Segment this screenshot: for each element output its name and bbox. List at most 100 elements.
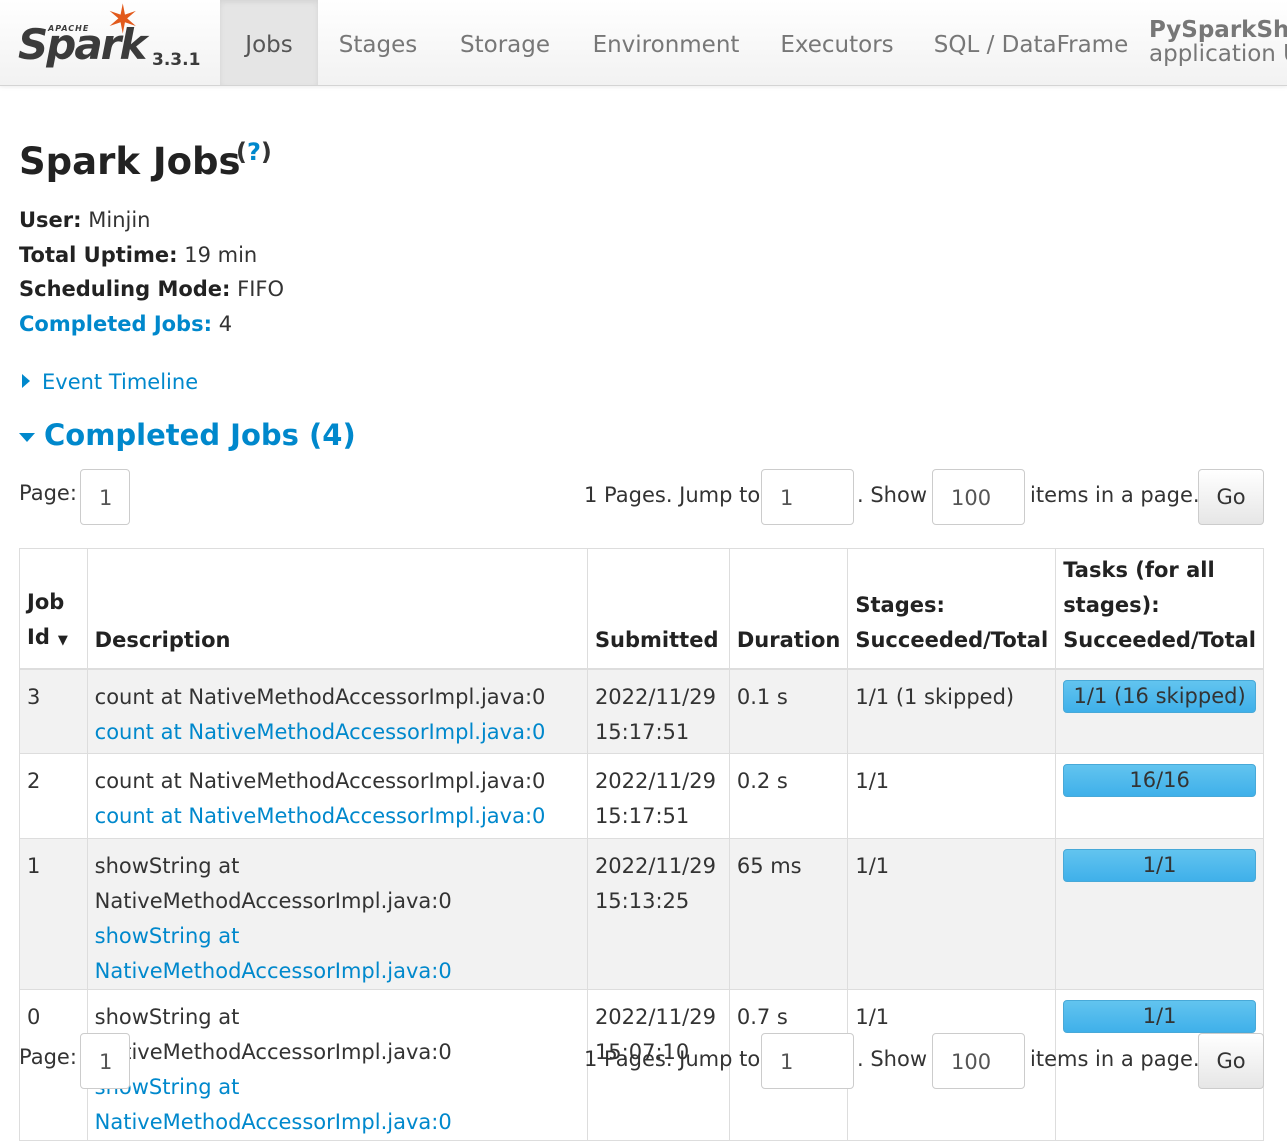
job-submitted: 2022/11/29 15:17:51 xyxy=(586,753,730,839)
submitted-time: 15:13:25 xyxy=(594,889,690,913)
job-submitted: 2022/11/29 15:17:51 xyxy=(586,668,730,754)
job-description: count at NativeMethodAccessorImpl.java:0… xyxy=(86,753,588,839)
submitted-date: 2022/11/29 xyxy=(594,769,716,793)
tab-storage[interactable]: Storage xyxy=(438,0,572,85)
header-stages-label: Stages: xyxy=(855,592,945,617)
header-tasks-label-3: Succeeded/Total xyxy=(1063,627,1256,652)
tab-stages[interactable]: Stages xyxy=(318,0,438,85)
logo-spark-text: Spark xyxy=(18,20,147,69)
jump-to-input[interactable]: 1 xyxy=(761,1033,854,1089)
submitted-date: 2022/11/29 xyxy=(594,854,716,878)
scheduling-mode-info: Scheduling Mode: FIFO xyxy=(19,277,284,301)
go-button[interactable]: Go xyxy=(1198,469,1264,525)
table-row: 2 count at NativeMethodAccessorImpl.java… xyxy=(19,753,1264,839)
job-description-text: count at NativeMethodAccessorImpl.java:0 xyxy=(94,684,546,709)
table-row: 3 count at NativeMethodAccessorImpl.java… xyxy=(19,668,1264,754)
job-description-text: count at NativeMethodAccessorImpl.java:0 xyxy=(94,769,546,793)
tab-sql-dataframe[interactable]: SQL / DataFrame xyxy=(914,0,1148,85)
completed-jobs-link[interactable]: Completed Jobs: xyxy=(19,312,212,336)
uptime-info: Total Uptime: 19 min xyxy=(19,243,257,267)
header-description[interactable]: Description xyxy=(86,548,588,670)
tasks-progress-bar: 1/1 (16 skipped) xyxy=(1063,679,1256,713)
show-text: . Show xyxy=(857,483,928,507)
user-info: User: Minjin xyxy=(19,208,151,232)
tab-executors[interactable]: Executors xyxy=(760,0,914,85)
pages-text: 1 Pages. Jump to xyxy=(584,1047,761,1071)
job-id: 2 xyxy=(19,753,88,839)
user-value: Minjin xyxy=(88,208,151,232)
tasks-progress-bar: 1/1 xyxy=(1063,1000,1256,1033)
pager-top: Page: 1 1 Pages. Jump to 1 . Show 100 it… xyxy=(19,469,1264,525)
page-size-input[interactable]: 100 xyxy=(932,1033,1025,1089)
navbar: ✶ APACHE Spark 3.3.1 Jobs Stages Storage… xyxy=(0,0,1287,86)
user-label: User: xyxy=(19,208,82,232)
help-tooltip[interactable]: (?) xyxy=(236,138,272,166)
job-description: showString at NativeMethodAccessorImpl.j… xyxy=(86,838,588,990)
table-row: 1 showString at NativeMethodAccessorImpl… xyxy=(19,838,1264,990)
job-description-link[interactable]: count at NativeMethodAccessorImpl.java:0 xyxy=(95,720,546,744)
job-submitted: 2022/11/29 15:13:25 xyxy=(586,838,730,990)
page-number-button[interactable]: 1 xyxy=(80,1033,130,1089)
submitted-time: 15:17:51 xyxy=(594,804,690,828)
app-subtitle: application UI xyxy=(1149,41,1287,67)
page-number-button[interactable]: 1 xyxy=(80,469,130,525)
go-button[interactable]: Go xyxy=(1198,1033,1264,1089)
event-timeline-label: Event Timeline xyxy=(42,370,199,394)
job-stages: 1/1 (1 skipped) xyxy=(847,668,1057,754)
tab-environment[interactable]: Environment xyxy=(572,0,760,85)
header-stages-label-2: Succeeded/Total xyxy=(855,627,1049,652)
app-name: PySparkShell xyxy=(1149,17,1287,43)
completed-jobs-info: Completed Jobs: 4 xyxy=(19,312,232,336)
jump-to-input[interactable]: 1 xyxy=(761,469,854,525)
job-description-link[interactable]: showString at NativeMethodAccessorImpl.j… xyxy=(95,924,452,983)
page-label: Page: xyxy=(19,481,77,505)
items-text: items in a page. xyxy=(1030,483,1200,507)
scheduling-mode-label: Scheduling Mode: xyxy=(19,277,231,301)
job-duration: 0.2 s xyxy=(728,753,849,839)
page-label: Page: xyxy=(19,1045,77,1069)
tasks-progress-bar: 16/16 xyxy=(1063,764,1256,797)
job-description-link[interactable]: count at NativeMethodAccessorImpl.java:0 xyxy=(95,804,546,828)
job-description-text: showString at NativeMethodAccessorImpl.j… xyxy=(94,854,452,913)
header-tasks[interactable]: Tasks (for all stages): Succeeded/Total xyxy=(1055,548,1264,670)
collapsed-arrow-icon xyxy=(22,374,30,388)
page-size-input[interactable]: 100 xyxy=(932,469,1025,525)
header-job-id-label: Job xyxy=(27,589,65,614)
event-timeline-toggle[interactable]: Event Timeline xyxy=(22,370,198,394)
spark-version: 3.3.1 xyxy=(152,50,201,70)
tab-jobs[interactable]: Jobs xyxy=(220,0,318,85)
page-title: Spark Jobs xyxy=(19,140,241,183)
uptime-value: 19 min xyxy=(184,243,258,267)
completed-jobs-count: 4 xyxy=(218,312,233,336)
help-icon[interactable]: ? xyxy=(247,138,261,166)
job-tasks: 16/16 xyxy=(1055,753,1264,839)
header-job-id[interactable]: Job Id ▼ xyxy=(19,548,88,670)
pager-bottom: Page: 1 1 Pages. Jump to 1 . Show 100 it… xyxy=(19,1033,1264,1089)
job-id: 3 xyxy=(19,668,88,754)
tasks-progress-bar: 1/1 xyxy=(1063,849,1256,882)
submitted-date: 2022/11/29 xyxy=(594,1005,716,1029)
expanded-arrow-icon xyxy=(19,432,35,442)
spark-logo[interactable]: ✶ APACHE Spark 3.3.1 xyxy=(14,0,214,84)
header-submitted[interactable]: Submitted xyxy=(586,548,730,670)
job-duration: 65 ms xyxy=(728,838,849,990)
items-text: items in a page. xyxy=(1030,1047,1200,1071)
header-stages[interactable]: Stages: Succeeded/Total xyxy=(847,548,1057,670)
job-id: 1 xyxy=(19,838,88,990)
job-stages: 1/1 xyxy=(847,753,1057,839)
uptime-label: Total Uptime: xyxy=(19,243,178,267)
app-title: PySparkShell application UI xyxy=(1149,18,1287,66)
show-text: . Show xyxy=(857,1047,928,1071)
section-title: Completed Jobs (4) xyxy=(44,418,356,452)
submitted-time: 15:17:51 xyxy=(594,719,690,744)
job-tasks: 1/1 (16 skipped) xyxy=(1055,668,1264,754)
table-header-row: Job Id ▼ Description Submitted Duration S… xyxy=(19,548,1264,670)
sort-desc-icon: ▼ xyxy=(57,632,68,648)
submitted-date: 2022/11/29 xyxy=(594,684,716,709)
header-duration[interactable]: Duration xyxy=(728,548,849,670)
header-tasks-label-2: stages): xyxy=(1063,592,1160,617)
scheduling-mode-value: FIFO xyxy=(237,277,285,301)
job-duration: 0.1 s xyxy=(728,668,849,754)
completed-jobs-toggle[interactable]: Completed Jobs (4) xyxy=(19,418,356,452)
pages-text: 1 Pages. Jump to xyxy=(584,483,761,507)
